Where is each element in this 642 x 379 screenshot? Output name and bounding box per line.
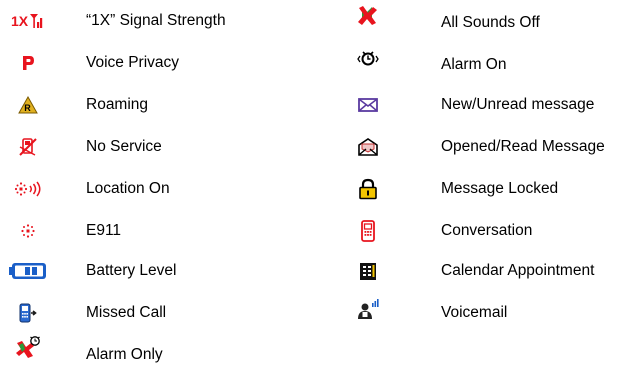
- item-label: Alarm On: [441, 56, 507, 73]
- roaming-icon: R: [8, 90, 48, 120]
- item-label: Opened/Read Message: [441, 138, 605, 155]
- item-label: Location On: [86, 180, 170, 197]
- item-label: Message Locked: [441, 180, 559, 197]
- item-label: Conversation: [441, 222, 533, 239]
- new-unread-message-icon: [348, 90, 388, 120]
- item-label: Voice Privacy: [86, 54, 180, 71]
- alarm-only-icon: [8, 332, 48, 362]
- item-label: Alarm Only: [86, 346, 163, 363]
- location-on-icon: [8, 174, 48, 204]
- 1x-signal-strength-icon: 1X: [8, 6, 48, 36]
- item-label: No Service: [86, 138, 162, 155]
- item-label: Calendar Appointment: [441, 262, 595, 279]
- voice-privacy-icon: [8, 48, 48, 78]
- item-label: E911: [86, 222, 122, 239]
- item-label: All Sounds Off: [441, 14, 540, 31]
- item-label: New/Unread message: [441, 96, 595, 113]
- item-label: Voicemail: [441, 304, 508, 321]
- voicemail-icon: [348, 294, 388, 324]
- item-label: Missed Call: [86, 304, 167, 321]
- item-label: “1X” Signal Strength: [86, 12, 226, 29]
- e911-icon: [8, 216, 48, 246]
- battery-level-icon: [8, 256, 48, 286]
- svg-text:R: R: [24, 103, 31, 113]
- message-locked-icon: [348, 174, 388, 204]
- calendar-appointment-icon: [348, 256, 388, 286]
- missed-call-icon: [8, 298, 48, 328]
- alarm-on-icon: [348, 44, 388, 74]
- item-label: Battery Level: [86, 262, 177, 279]
- opened-read-message-icon: [348, 132, 388, 162]
- no-service-icon: [8, 132, 48, 162]
- conversation-icon: [348, 216, 388, 246]
- item-label: Roaming: [86, 96, 149, 113]
- all-sounds-off-icon: [348, 0, 388, 30]
- svg-text:1X: 1X: [11, 13, 29, 29]
